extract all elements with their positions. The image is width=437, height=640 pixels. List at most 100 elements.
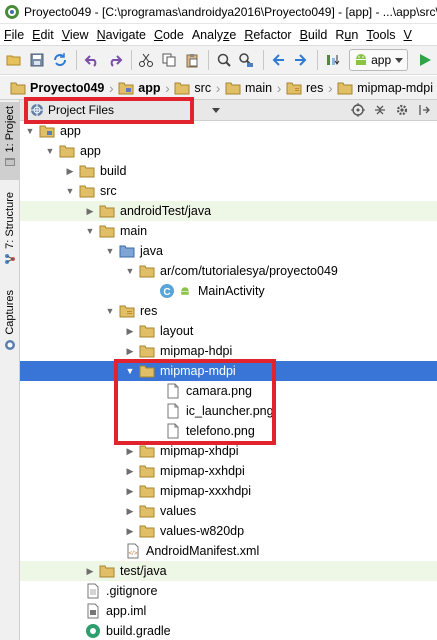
undo-icon[interactable] <box>81 49 102 71</box>
cut-icon[interactable] <box>136 49 157 71</box>
menu-item[interactable]: Tools <box>362 28 399 42</box>
tree-row[interactable]: C MainActivity <box>20 281 437 301</box>
menu-item[interactable]: File <box>0 28 28 42</box>
tree-row[interactable]: .gitignore <box>20 581 437 601</box>
tree-label: build.gradle <box>106 624 171 638</box>
run-config-label: app <box>371 53 392 67</box>
tree-row[interactable]: ▶ layout <box>20 321 437 341</box>
tree-row[interactable]: ▼ res <box>20 301 437 321</box>
tree-row[interactable]: ▼ app <box>20 141 437 161</box>
tree-row[interactable]: ▶ values-w820dp <box>20 521 437 541</box>
collapse-arrow-icon[interactable]: ▶ <box>125 521 135 541</box>
menu-item[interactable]: Build <box>296 28 332 42</box>
tree-label: mipmap-hdpi <box>160 344 233 358</box>
tree-row[interactable]: telefono.png <box>20 421 437 441</box>
tree-label: MainActivity <box>198 284 265 298</box>
breadcrumb-item-res[interactable]: res <box>282 78 327 98</box>
menu-item[interactable]: Code <box>150 28 188 42</box>
expand-arrow-icon[interactable]: ▼ <box>25 121 35 141</box>
project-tree: ▼ app ▼ app ▶ build ▼ src ▶ androidTest/… <box>20 121 437 640</box>
target-icon[interactable] <box>349 101 367 119</box>
collapse-arrow-icon[interactable]: ▶ <box>125 481 135 501</box>
menu-item[interactable]: Refactor <box>240 28 295 42</box>
tree-label: res <box>140 304 158 318</box>
tree-row[interactable]: app.iml <box>20 601 437 621</box>
save-icon[interactable] <box>27 49 48 71</box>
breadcrumb-item-main[interactable]: main <box>221 78 276 98</box>
open-folder-icon[interactable] <box>4 49 25 71</box>
tree-row[interactable]: ▶ mipmap-hdpi <box>20 341 437 361</box>
tree-row[interactable]: ▶ values <box>20 501 437 521</box>
menu-bar: File Edit View Navigate Code Analyze Refactor B… <box>0 24 437 45</box>
tree-row-selected[interactable]: ▼ mipmap-mdpi <box>20 361 437 381</box>
folder-icon <box>225 82 241 94</box>
expand-arrow-icon[interactable]: ▼ <box>65 181 75 201</box>
settings-icon[interactable] <box>393 101 411 119</box>
back-icon[interactable] <box>268 49 289 71</box>
breadcrumb-item-mipmap-mdpi[interactable]: mipmap-mdpi <box>333 78 437 98</box>
tree-row[interactable]: ▼ main <box>20 221 437 241</box>
run-icon[interactable] <box>414 49 435 71</box>
expand-arrow-icon[interactable]: ▼ <box>125 261 135 281</box>
tree-row[interactable]: ▶ mipmap-xxhdpi <box>20 461 437 481</box>
tree-label: ar/com/tutorialesya/proyecto049 <box>160 264 338 278</box>
tree-row[interactable]: ▶ build <box>20 161 437 181</box>
replace-icon[interactable] <box>236 49 257 71</box>
menu-item[interactable]: Analyze <box>188 28 240 42</box>
sync-icon[interactable] <box>50 49 71 71</box>
hide-icon[interactable] <box>415 101 433 119</box>
collapse-arrow-icon[interactable]: ▶ <box>125 321 135 341</box>
collapse-icon[interactable] <box>371 101 389 119</box>
expand-arrow-icon[interactable]: ▼ <box>45 141 55 161</box>
menu-item[interactable]: View <box>58 28 93 42</box>
make-project-icon[interactable] <box>322 49 343 71</box>
iml-file-icon <box>87 603 99 619</box>
menu-item[interactable]: V <box>400 28 416 42</box>
expand-arrow-icon[interactable]: ▼ <box>105 241 115 261</box>
menu-item[interactable]: Navigate <box>93 28 150 42</box>
tab-structure-label: 7: Structure <box>4 192 16 249</box>
xml-file-icon: </> <box>127 543 139 559</box>
expand-arrow-icon[interactable]: ▼ <box>125 361 135 381</box>
collapse-arrow-icon[interactable]: ▶ <box>125 461 135 481</box>
tree-row[interactable]: ▼ src <box>20 181 437 201</box>
menu-item[interactable]: Run <box>331 28 362 42</box>
redo-icon[interactable] <box>104 49 125 71</box>
collapse-arrow-icon[interactable]: ▶ <box>125 341 135 361</box>
tree-row[interactable]: </> AndroidManifest.xml <box>20 541 437 561</box>
breadcrumb-item-project[interactable]: Proyecto049 <box>6 78 108 98</box>
tab-captures[interactable]: Captures <box>0 286 20 356</box>
paste-icon[interactable] <box>181 49 202 71</box>
tree-row[interactable]: ▶ test/java <box>20 561 437 581</box>
tab-structure[interactable]: 7: Structure <box>0 188 20 274</box>
copy-icon[interactable] <box>159 49 180 71</box>
collapse-arrow-icon[interactable]: ▶ <box>85 561 95 581</box>
tree-row[interactable]: ▼ ar/com/tutorialesya/proyecto049 <box>20 261 437 281</box>
tree-row[interactable]: ▼ app <box>20 121 437 141</box>
expand-arrow-icon[interactable]: ▼ <box>85 221 95 241</box>
collapse-arrow-icon[interactable]: ▶ <box>65 161 75 181</box>
tree-label: main <box>120 224 148 238</box>
collapse-arrow-icon[interactable]: ▶ <box>125 441 135 461</box>
find-icon[interactable] <box>213 49 234 71</box>
menu-item[interactable]: Edit <box>28 28 58 42</box>
tree-row[interactable]: ▼ java <box>20 241 437 261</box>
breadcrumb-label: res <box>305 80 324 95</box>
expand-arrow-icon[interactable]: ▼ <box>105 301 115 321</box>
tree-row[interactable]: build.gradle <box>20 621 437 640</box>
tab-project[interactable]: 1: Project <box>0 102 20 180</box>
collapse-arrow-icon[interactable]: ▶ <box>125 501 135 521</box>
tree-row[interactable]: camara.png <box>20 381 437 401</box>
tree-row[interactable]: ic_launcher.png <box>20 401 437 421</box>
tree-row[interactable]: ▶ androidTest/java <box>20 201 437 221</box>
breadcrumb-item-src[interactable]: src <box>170 78 215 98</box>
tree-row[interactable]: ▶ mipmap-xxxhdpi <box>20 481 437 501</box>
tree-row[interactable]: ▶ mipmap-xhdpi <box>20 441 437 461</box>
breadcrumb-label: Proyecto049 <box>30 80 105 95</box>
view-mode-selector[interactable]: Project Files <box>24 101 224 120</box>
folder-icon <box>139 505 155 518</box>
forward-icon[interactable] <box>291 49 312 71</box>
collapse-arrow-icon[interactable]: ▶ <box>85 201 95 221</box>
breadcrumb-item-app[interactable]: app <box>114 78 164 98</box>
run-config-dropdown[interactable]: app <box>349 49 409 71</box>
